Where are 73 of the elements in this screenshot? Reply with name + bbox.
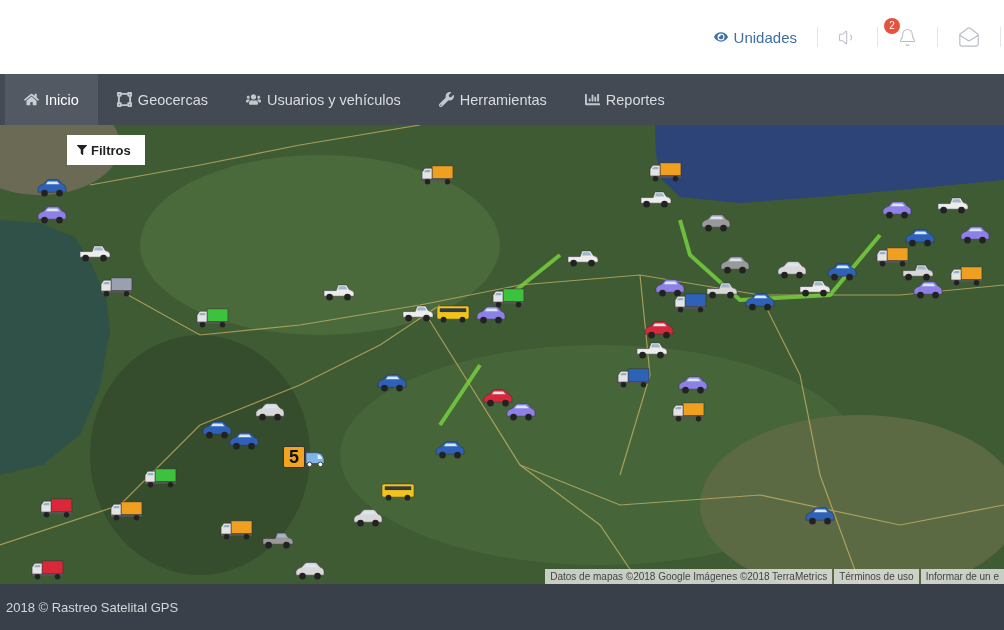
car-icon[interactable] bbox=[37, 178, 67, 197]
bar-chart-icon bbox=[584, 92, 600, 107]
car-icon[interactable] bbox=[295, 561, 325, 580]
car-icon[interactable] bbox=[255, 402, 285, 421]
truck-icon[interactable] bbox=[31, 560, 64, 580]
truck-icon[interactable] bbox=[876, 247, 909, 267]
car-icon[interactable] bbox=[644, 320, 674, 339]
nav-tab[interactable]: Reportes bbox=[565, 74, 684, 125]
van-icon[interactable] bbox=[305, 450, 325, 468]
nav-tab[interactable]: Inicio bbox=[5, 74, 98, 125]
car-icon[interactable] bbox=[435, 440, 465, 459]
car-icon[interactable] bbox=[353, 508, 383, 527]
car-icon[interactable] bbox=[678, 375, 708, 394]
pickup-truck-icon[interactable] bbox=[640, 189, 672, 208]
pickup-truck-icon[interactable] bbox=[636, 340, 668, 359]
car-icon[interactable] bbox=[960, 225, 990, 244]
report-error-link[interactable]: Informar de un e bbox=[920, 569, 1004, 584]
pickup-truck-icon[interactable] bbox=[402, 303, 434, 322]
filter-icon bbox=[77, 145, 87, 155]
truck-icon[interactable] bbox=[144, 468, 177, 488]
filter-button[interactable]: Filtros bbox=[67, 135, 145, 165]
car-icon[interactable] bbox=[483, 388, 513, 407]
wrench-icon bbox=[438, 92, 454, 107]
users-icon bbox=[246, 92, 261, 107]
car-icon[interactable] bbox=[229, 431, 259, 450]
truck-icon[interactable] bbox=[492, 288, 525, 308]
bus-icon[interactable] bbox=[381, 482, 415, 501]
pickup-truck-icon[interactable] bbox=[706, 280, 738, 299]
truck-icon[interactable] bbox=[100, 277, 133, 297]
truck-icon[interactable] bbox=[950, 266, 983, 286]
car-icon[interactable] bbox=[377, 373, 407, 392]
car-icon[interactable] bbox=[777, 260, 807, 279]
truck-icon[interactable] bbox=[196, 308, 229, 328]
car-icon[interactable] bbox=[805, 506, 835, 525]
pickup-truck-icon[interactable] bbox=[262, 530, 294, 549]
copyright-text: 2018 © Rastreo Satelital GPS bbox=[6, 599, 179, 615]
eye-icon bbox=[713, 30, 728, 44]
units-link[interactable]: Unidades bbox=[713, 28, 797, 46]
map-data-credit: Datos de mapas ©2018 Google Imágenes ©2018 TerraMetrics bbox=[545, 569, 833, 584]
car-icon[interactable] bbox=[720, 255, 750, 274]
car-icon[interactable] bbox=[37, 205, 67, 224]
car-icon[interactable] bbox=[506, 402, 536, 421]
terms-link[interactable]: Términos de uso bbox=[834, 569, 919, 584]
truck-icon[interactable] bbox=[617, 368, 650, 388]
car-icon[interactable] bbox=[827, 262, 857, 281]
car-icon[interactable] bbox=[745, 292, 775, 311]
truck-icon[interactable] bbox=[220, 520, 253, 540]
nav-tab[interactable]: Herramientas bbox=[419, 74, 566, 125]
pickup-truck-icon[interactable] bbox=[323, 282, 355, 301]
bus-icon[interactable] bbox=[436, 304, 470, 323]
truck-icon[interactable] bbox=[421, 165, 454, 185]
truck-icon[interactable] bbox=[110, 501, 143, 521]
pickup-truck-icon[interactable] bbox=[799, 278, 831, 297]
truck-icon[interactable] bbox=[40, 498, 73, 518]
car-icon[interactable] bbox=[882, 200, 912, 219]
car-icon[interactable] bbox=[905, 228, 935, 247]
car-icon[interactable] bbox=[476, 305, 506, 324]
pickup-truck-icon[interactable] bbox=[79, 243, 111, 262]
truck-icon[interactable] bbox=[674, 293, 707, 313]
nav-tab[interactable]: Usuarios y vehículos bbox=[227, 74, 420, 125]
car-icon[interactable] bbox=[202, 420, 232, 439]
truck-icon[interactable] bbox=[649, 162, 682, 182]
nav-tab[interactable]: Geocercas bbox=[97, 74, 227, 125]
car-icon[interactable] bbox=[655, 278, 685, 297]
pickup-truck-icon[interactable] bbox=[567, 248, 599, 267]
cluster-count[interactable]: 5 bbox=[283, 446, 305, 468]
home-icon bbox=[24, 92, 39, 107]
pickup-truck-icon[interactable] bbox=[902, 262, 934, 281]
truck-icon[interactable] bbox=[672, 402, 705, 422]
car-icon[interactable] bbox=[913, 280, 943, 299]
notification-badge: 2 bbox=[884, 17, 900, 34]
car-icon[interactable] bbox=[701, 213, 731, 232]
pickup-truck-icon[interactable] bbox=[937, 195, 969, 214]
